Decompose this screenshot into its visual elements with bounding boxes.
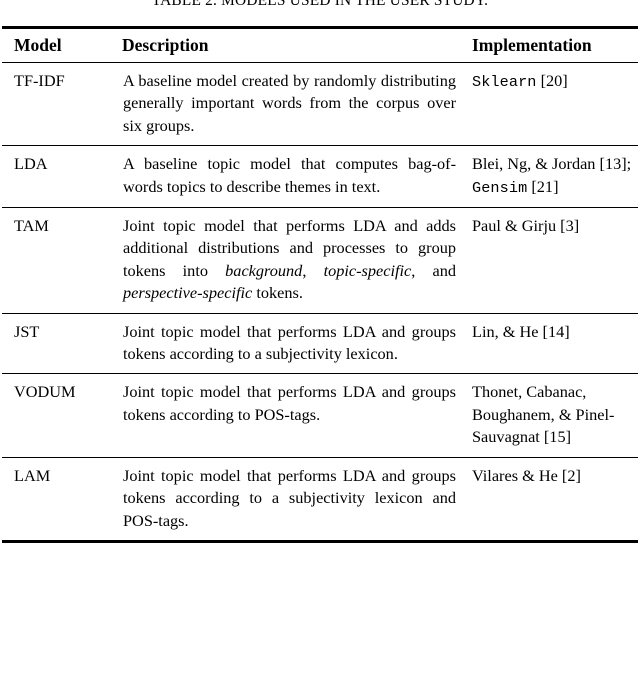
table-row: TF-IDF A baseline model created by rando… [2, 62, 638, 147]
table-page: TABLE 2. MODELS USED IN THE USER STUDY. … [0, 0, 640, 674]
models-table-wrapper: Model Description Implementation TF-IDF … [2, 26, 638, 543]
cell-implementation: Blei, Ng, & Jordan [13]; Gensim [21] [470, 145, 638, 209]
description-text: , and [411, 260, 456, 280]
cell-model: LDA [2, 145, 122, 209]
column-header-description: Description [122, 29, 470, 63]
cell-description: Joint topic model that performs LDA and … [122, 207, 470, 314]
cell-implementation: Paul & Girju [3] [470, 207, 638, 314]
table-row: LAM Joint topic model that performs LDA … [2, 457, 638, 540]
table-body: TF-IDF A baseline model created by rando… [2, 62, 638, 540]
cell-model: VODUM [2, 373, 122, 458]
table-row: TAM Joint topic model that performs LDA … [2, 207, 638, 314]
description-emphasis-perspective-specific: perspective-specific [123, 283, 253, 303]
cell-description: A baseline model created by randomly dis… [122, 62, 470, 147]
implementation-library-name: Gensim [472, 178, 528, 197]
implementation-citation: [20] [536, 71, 568, 90]
header-row: Model Description Implementation [2, 29, 638, 63]
table-row: JST Joint topic model that performs LDA … [2, 313, 638, 375]
cell-description: Joint topic model that performs LDA and … [123, 465, 456, 530]
cell-description: A baseline topic model that computes bag… [122, 145, 470, 209]
description-text: tokens. [252, 283, 303, 303]
models-table: Model Description Implementation TF-IDF … [2, 29, 638, 540]
cell-model: TAM [2, 207, 122, 314]
description-text: , [302, 260, 324, 280]
table-header: Model Description Implementation [2, 29, 638, 63]
table-bottom-rule [2, 539, 638, 543]
description-emphasis-background: background [225, 260, 303, 280]
implementation-citation-primary: Blei, Ng, & Jordan [13]; [472, 154, 632, 174]
cell-implementation: Vilares & He [2] [472, 465, 581, 485]
description-emphasis-topic-specific: topic-specific [323, 260, 412, 280]
table-row: LDA A baseline topic model that computes… [2, 145, 638, 209]
cell-implementation: Sklearn [20] [470, 62, 638, 147]
cell-model: LAM [14, 465, 51, 485]
cell-implementation: Thonet, Cabanac, Boughanem, & Pinel-Sauv… [470, 373, 638, 458]
cell-model: TF-IDF [2, 62, 122, 147]
cell-description: Joint topic model that performs LDA and … [122, 373, 470, 458]
cell-implementation: Lin, & He [14] [470, 313, 638, 375]
column-header-model: Model [2, 29, 122, 63]
table-row: VODUM Joint topic model that performs LD… [2, 373, 638, 458]
table-caption: TABLE 2. MODELS USED IN THE USER STUDY. [151, 0, 489, 9]
cell-model: JST [2, 313, 122, 375]
implementation-citation: [21] [527, 176, 559, 196]
cell-description: Joint topic model that performs LDA and … [122, 313, 470, 375]
implementation-library-name: Sklearn [472, 73, 537, 91]
column-header-implementation: Implementation [470, 29, 638, 63]
